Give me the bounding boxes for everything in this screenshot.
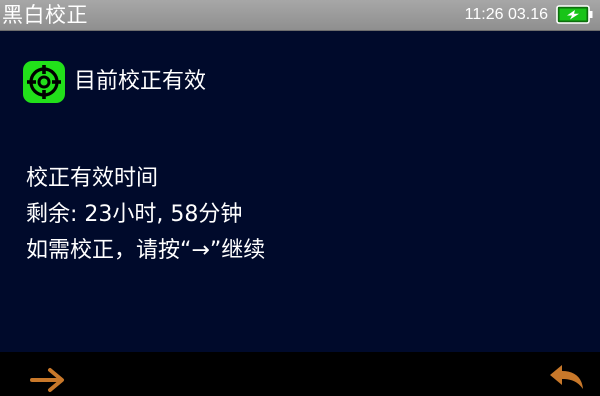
instruction-text: 如需校正，请按“→”继续 <box>26 238 266 263</box>
battery-icon <box>556 5 593 24</box>
return-arrow-icon[interactable] <box>548 362 586 392</box>
crosshair-target-icon <box>23 61 65 103</box>
calibration-status: 目前校正有效 <box>22 60 206 104</box>
remaining-time: 剩余: 23小时, 58分钟 <box>26 202 243 227</box>
bottom-bar <box>0 352 600 396</box>
status-text: 目前校正有效 <box>74 69 207 94</box>
validity-heading: 校正有效时间 <box>26 166 159 191</box>
calibration-screen: 黑白校正 11:26 03.16 目前校正有效 校正有效时间 剩余: 23小时,… <box>0 0 600 396</box>
page-title: 黑白校正 <box>2 3 88 27</box>
title-bar: 黑白校正 11:26 03.16 <box>0 0 600 31</box>
clock-readout: 11:26 03.16 <box>464 6 548 23</box>
arrow-right-icon[interactable] <box>28 366 68 394</box>
